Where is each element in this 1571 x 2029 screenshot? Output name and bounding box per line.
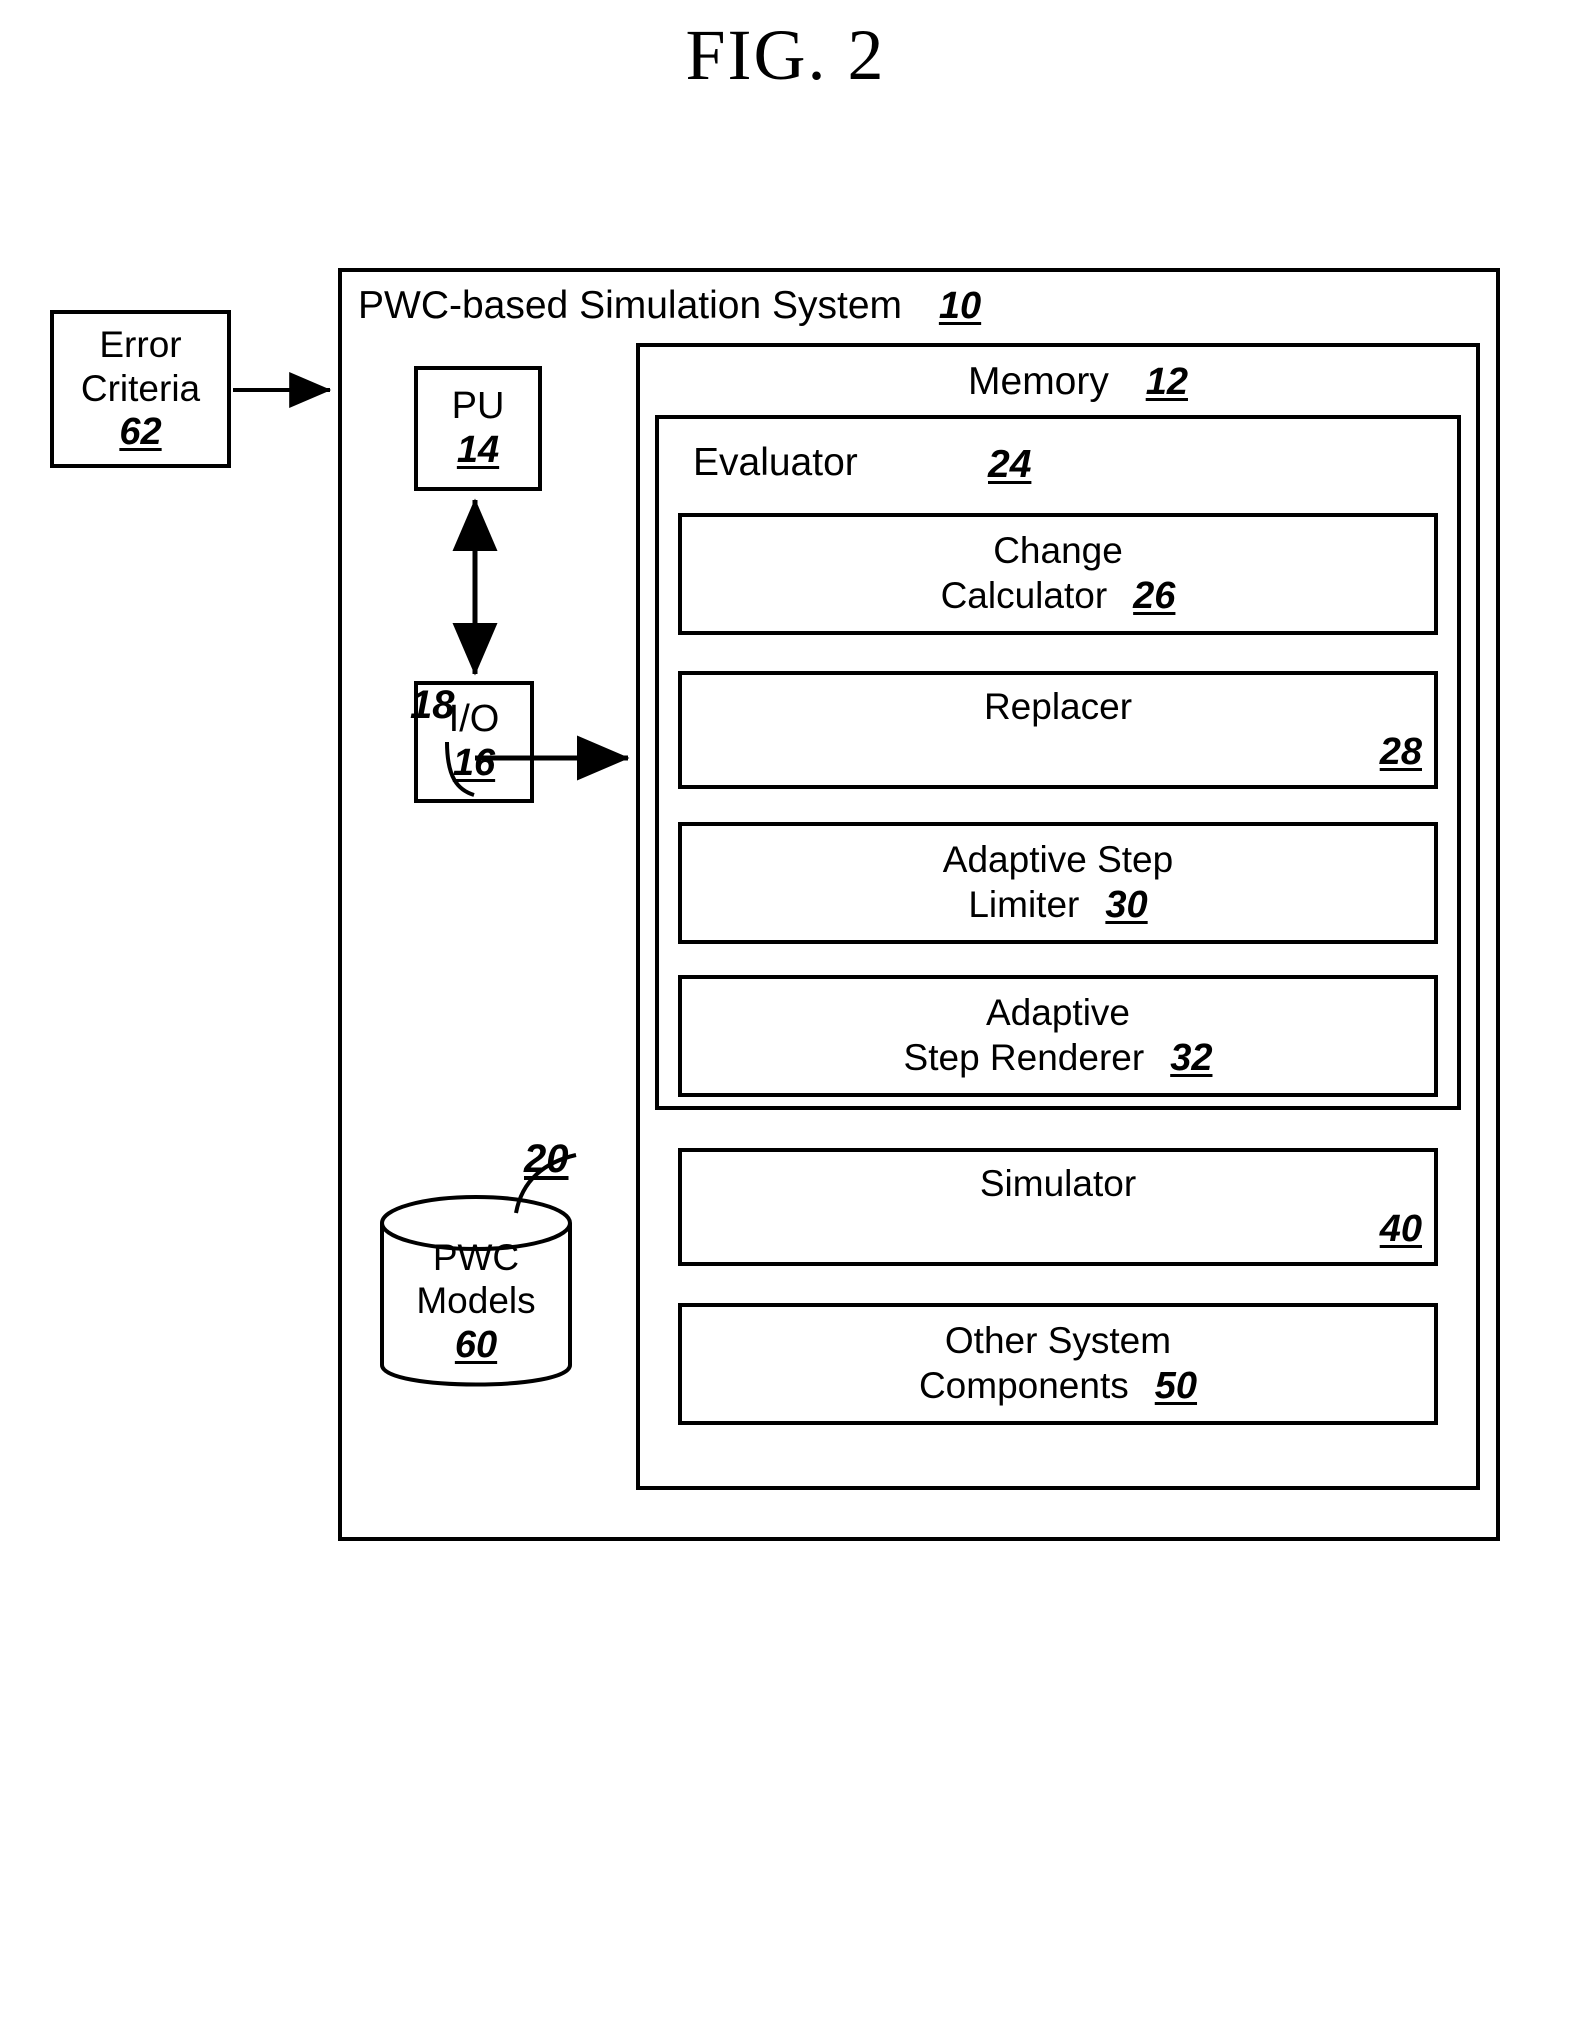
pwc-models-line2: Models — [416, 1279, 536, 1321]
replacer-ref: 28 — [1379, 731, 1422, 774]
error-criteria-line2: Criteria — [80, 367, 201, 409]
change-calculator-line1: Change — [993, 529, 1123, 571]
system-title-text: PWC-based Simulation System — [358, 284, 903, 327]
evaluator-ref: 24 — [988, 443, 1032, 486]
change-calculator-line2: Calculator — [940, 575, 1108, 617]
simulator-line2: Simulator — [979, 1162, 1137, 1204]
pu-label: PU — [451, 384, 505, 427]
error-criteria-line1: Error — [99, 323, 182, 365]
system-ref: 10 — [938, 285, 982, 327]
pwc-models-line1: PWC — [432, 1237, 520, 1278]
adaptive-step-limiter-label-group: Adaptive Step Limiter 30 — [678, 822, 1438, 944]
adaptive-step-limiter-line1: Adaptive Step — [942, 838, 1174, 880]
simulator-label-group: Simulator 40 — [678, 1148, 1438, 1266]
database-connector-ref: 20 — [524, 1137, 569, 1181]
adaptive-step-renderer-ref: 32 — [1170, 1037, 1213, 1080]
pu-label-group: PU 14 — [414, 366, 542, 491]
evaluator-title: Evaluator — [693, 441, 858, 484]
adaptive-step-renderer-label-group: Adaptive Step Renderer 32 — [678, 975, 1438, 1097]
adaptive-step-limiter-ref: 30 — [1105, 884, 1148, 927]
error-criteria-label-group: Error Criteria 62 — [50, 310, 231, 468]
io-ref: 16 — [452, 742, 496, 784]
change-calculator-ref: 26 — [1133, 575, 1176, 618]
replacer-label-group: Replacer 28 — [678, 671, 1438, 789]
figure-title: FIG. 2 — [685, 15, 886, 95]
other-system-components-line2: Components — [918, 1365, 1129, 1407]
error-criteria-ref: 62 — [119, 411, 162, 454]
adaptive-step-renderer-line1: Adaptive — [986, 991, 1130, 1033]
other-system-components-label-group: Other System Components 50 — [678, 1303, 1438, 1425]
pwc-models-label-group: PWC Models 60 — [381, 1237, 571, 1367]
other-system-components-ref: 50 — [1154, 1365, 1198, 1408]
simulator-ref: 40 — [1379, 1208, 1422, 1251]
memory-title-text: Memory — [968, 360, 1109, 403]
pwc-models-ref: 60 — [454, 1323, 498, 1366]
replacer-line2: Replacer — [983, 685, 1133, 727]
system-title-group: PWC-based Simulation System 10 — [358, 284, 981, 328]
memory-ref: 12 — [1145, 361, 1188, 403]
io-label: I/O — [448, 698, 500, 741]
pu-ref: 14 — [456, 428, 500, 471]
other-system-components-line1: Other System — [944, 1319, 1172, 1361]
memory-title-group: Memory 12 — [636, 360, 1480, 404]
io-label-group: I/O 16 — [414, 681, 534, 803]
adaptive-step-limiter-line2: Limiter — [968, 884, 1080, 926]
change-calculator-label-group: Change Calculator 26 — [678, 513, 1438, 635]
adaptive-step-renderer-line2: Step Renderer — [903, 1037, 1145, 1079]
